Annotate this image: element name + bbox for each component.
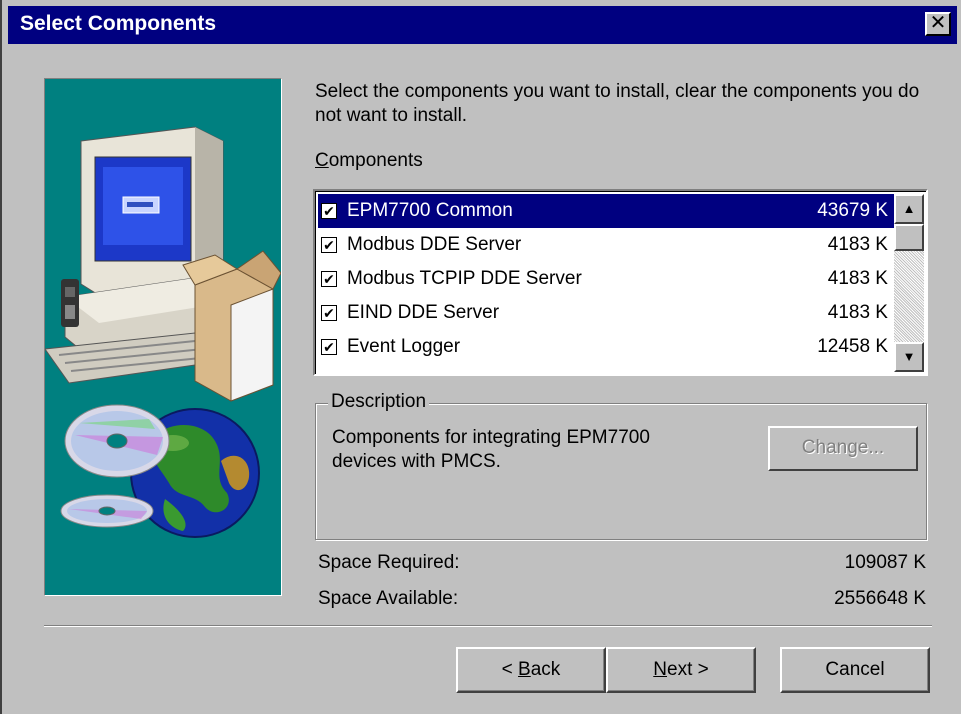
window-title: Select Components <box>20 12 217 35</box>
components-label-mnemonic: C <box>315 150 329 171</box>
cd-disc-icon <box>60 404 170 528</box>
arrow-down-icon: ▼ <box>902 349 916 364</box>
space-available-value: 2556648 K <box>834 588 926 609</box>
instructions-text: Select the components you want to instal… <box>315 81 920 126</box>
component-size: 4183 K <box>827 302 888 323</box>
space-available-row: Space Available: 2556648 K <box>318 586 928 612</box>
back-button-mnemonic: B <box>518 659 531 680</box>
close-icon: ✕ <box>929 12 947 34</box>
back-button-rest: ack <box>530 659 561 680</box>
next-button-rest: ext > <box>667 659 709 680</box>
description-group: Description Components for integrating E… <box>315 390 927 540</box>
space-available-label: Space Available: <box>318 588 459 609</box>
component-size: 43679 K <box>817 200 888 221</box>
description-text: Components for integrating EPM7700 devic… <box>332 427 650 472</box>
setup-illustration-graphic <box>45 126 281 538</box>
component-row-modbus-dde-server[interactable]: ✔ Modbus DDE Server 4183 K <box>318 228 894 262</box>
component-checkbox[interactable]: ✔ <box>321 305 337 321</box>
components-list[interactable]: ✔ EPM7700 Common 43679 K ✔ Modbus DDE Se… <box>313 189 928 376</box>
components-scrollbar[interactable]: ▲ ▼ <box>894 194 924 372</box>
next-button[interactable]: Next > <box>606 647 756 693</box>
arrow-up-icon: ▲ <box>902 201 916 216</box>
component-size: 4183 K <box>827 234 888 255</box>
component-checkbox[interactable]: ✔ <box>321 203 337 219</box>
select-components-dialog: Select Components ✕ Select the component… <box>0 0 961 714</box>
components-label-rest: omponents <box>328 150 423 171</box>
title-bar: Select Components ✕ <box>8 6 957 44</box>
next-button-mnemonic: N <box>653 659 667 680</box>
component-row-modbus-tcpip-dde-server[interactable]: ✔ Modbus TCPIP DDE Server 4183 K <box>318 262 894 296</box>
components-label: Components <box>315 150 423 172</box>
setup-illustration <box>44 78 282 596</box>
component-size: 4183 K <box>827 268 888 289</box>
component-size: 12458 K <box>817 336 888 357</box>
component-row-epm7700-common[interactable]: ✔ EPM7700 Common 43679 K <box>318 194 894 228</box>
close-button[interactable]: ✕ <box>925 12 951 36</box>
component-row-eind-dde-server[interactable]: ✔ EIND DDE Server 4183 K <box>318 296 894 330</box>
space-required-row: Space Required: 109087 K <box>318 550 928 576</box>
component-name: Modbus TCPIP DDE Server <box>347 268 582 289</box>
component-name: EPM7700 Common <box>347 200 513 221</box>
scroll-thumb[interactable] <box>894 224 924 251</box>
back-button-prefix: < <box>501 659 519 680</box>
space-required-value: 109087 K <box>844 552 926 573</box>
software-box-icon <box>182 250 281 402</box>
component-checkbox[interactable]: ✔ <box>321 271 337 287</box>
component-row-event-logger[interactable]: ✔ Event Logger 12458 K <box>318 330 894 364</box>
component-name: EIND DDE Server <box>347 302 500 323</box>
component-checkbox[interactable]: ✔ <box>321 339 337 355</box>
back-button[interactable]: < Back <box>456 647 606 693</box>
scroll-up-button[interactable]: ▲ <box>894 194 924 224</box>
cancel-button[interactable]: Cancel <box>780 647 930 693</box>
change-button: Change... <box>768 426 918 471</box>
component-checkbox[interactable]: ✔ <box>321 237 337 253</box>
components-rows: ✔ EPM7700 Common 43679 K ✔ Modbus DDE Se… <box>318 194 894 364</box>
component-name: Modbus DDE Server <box>347 234 522 255</box>
footer-divider <box>44 625 932 627</box>
description-title: Description <box>328 390 430 414</box>
space-required-label: Space Required: <box>318 552 460 573</box>
scroll-down-button[interactable]: ▼ <box>894 342 924 372</box>
component-name: Event Logger <box>347 336 461 357</box>
